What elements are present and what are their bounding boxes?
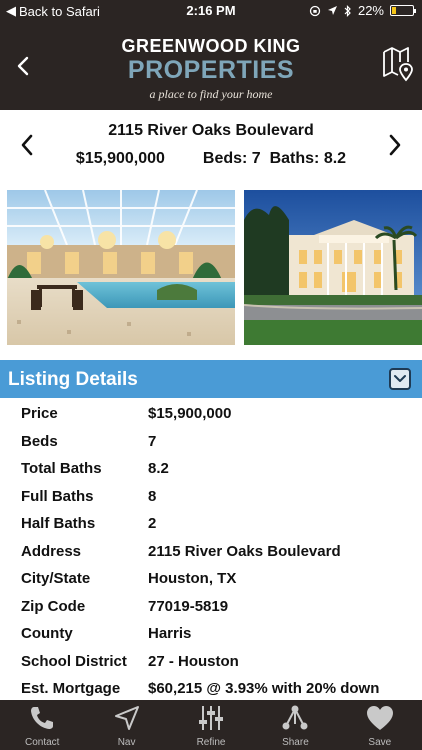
tab-share-label: Share [282, 737, 309, 748]
tab-nav[interactable]: Nav [84, 700, 168, 750]
detail-label: Address [21, 542, 82, 560]
brand-logo: GREENWOOD KING PROPERTIES a place to fin… [0, 36, 422, 102]
photo-pool-interior[interactable] [7, 190, 235, 345]
app-header: GREENWOOD KING PROPERTIES a place to fin… [0, 22, 422, 110]
listing-address: 2115 River Oaks Boulevard [108, 122, 314, 139]
chevron-down-icon [394, 375, 406, 382]
brand-subname: PROPERTIES [127, 56, 295, 84]
brand-tagline: a place to find your home [149, 87, 273, 101]
detail-row-est-mortgage: Est. Mortgage $60,215 @ 3.93% with 20% do… [0, 675, 422, 703]
battery-percent: 22% [357, 3, 384, 18]
listing-beds-baths: Beds: 7 Baths: 8.2 [203, 150, 346, 168]
location-icon [327, 6, 337, 15]
photo-exterior-front[interactable] [244, 190, 422, 345]
collapse-toggle-button[interactable] [389, 368, 411, 390]
detail-label: Beds [21, 432, 58, 450]
detail-row-school-district: School District 27 - Houston [0, 648, 422, 676]
detail-row-total-baths: Total Baths 8.2 [0, 455, 422, 483]
listing-baths: Baths: 8.2 [269, 150, 347, 167]
listing-summary: 2115 River Oaks Boulevard $15,900,000 Be… [0, 110, 422, 180]
listing-details-title: Listing Details [8, 369, 138, 390]
sliders-icon [199, 706, 224, 730]
map-pin-icon [383, 47, 413, 82]
next-listing-button[interactable] [386, 132, 404, 163]
detail-value: 27 - Houston [148, 652, 239, 670]
tab-refine[interactable]: Refine [169, 700, 253, 750]
detail-label: Zip Code [21, 597, 86, 615]
listing-details-header[interactable]: Listing Details [0, 360, 422, 398]
detail-label: School District [21, 652, 127, 670]
detail-row-county: County Harris [0, 620, 422, 648]
status-indicators: 22% [309, 3, 416, 18]
map-button[interactable] [382, 46, 414, 82]
detail-label: Full Baths [21, 487, 94, 505]
detail-row-address: Address 2115 River Oaks Boulevard [0, 538, 422, 566]
detail-value: 8.2 [148, 460, 169, 477]
detail-value: 2 [148, 515, 157, 532]
share-icon [282, 705, 308, 730]
tab-contact-label: Contact [24, 737, 60, 748]
listing-price: $15,900,000 [75, 150, 165, 167]
photo-gallery[interactable] [0, 190, 422, 346]
tab-contact[interactable]: Contact [0, 700, 84, 750]
detail-value: 2115 River Oaks Boulevard [148, 542, 341, 560]
detail-label: City/State [21, 570, 91, 587]
tab-save-label: Save [368, 737, 392, 748]
tab-save[interactable]: Save [338, 700, 422, 750]
chevron-right-icon [389, 134, 401, 156]
tab-bar: Contact Nav Refine Share Save [0, 700, 422, 750]
listing-beds: Beds: 7 [202, 150, 261, 167]
status-bar: ◀ Back to Safari 2:16 PM 22% [0, 0, 422, 22]
phone-icon [31, 707, 54, 729]
heart-icon [366, 706, 393, 730]
detail-row-beds: Beds 7 [0, 428, 422, 456]
detail-label: Price [21, 405, 58, 422]
detail-value: Harris [148, 625, 192, 642]
detail-row-price: Price $15,900,000 [0, 400, 422, 428]
detail-label: Total Baths [21, 460, 102, 477]
detail-label: Est. Mortgage [21, 680, 121, 697]
tab-nav-label: Nav [117, 737, 136, 748]
bluetooth-icon [344, 4, 351, 17]
detail-row-zip-code: Zip Code 77019-5819 [0, 593, 422, 621]
detail-row-full-baths: Full Baths 8 [0, 483, 422, 511]
detail-value: 77019-5819 [148, 597, 229, 615]
detail-value: $15,900,000 [148, 405, 232, 422]
brand-name: GREENWOOD KING [121, 36, 301, 56]
detail-value: 8 [148, 487, 157, 505]
tab-refine-label: Refine [196, 737, 226, 748]
detail-label: County [21, 625, 73, 642]
detail-value: $60,215 @ 3.93% with 20% down [148, 680, 380, 697]
battery-icon [390, 5, 416, 16]
listing-details-table: Price $15,900,000 Beds 7 Total Baths 8.2 Fu… [0, 400, 422, 703]
detail-value: Houston, TX [148, 570, 237, 587]
navigation-arrow-icon [114, 706, 139, 730]
detail-row-half-baths: Half Baths 2 [0, 510, 422, 538]
detail-row-city-state: City/State Houston, TX [0, 565, 422, 593]
detail-label: Half Baths [21, 515, 96, 532]
orientation-lock-icon [309, 5, 321, 16]
detail-value: 7 [148, 432, 157, 450]
tab-share[interactable]: Share [253, 700, 337, 750]
listing-meta: $15,900,000 Beds: 7 Baths: 8.2 [0, 150, 422, 168]
